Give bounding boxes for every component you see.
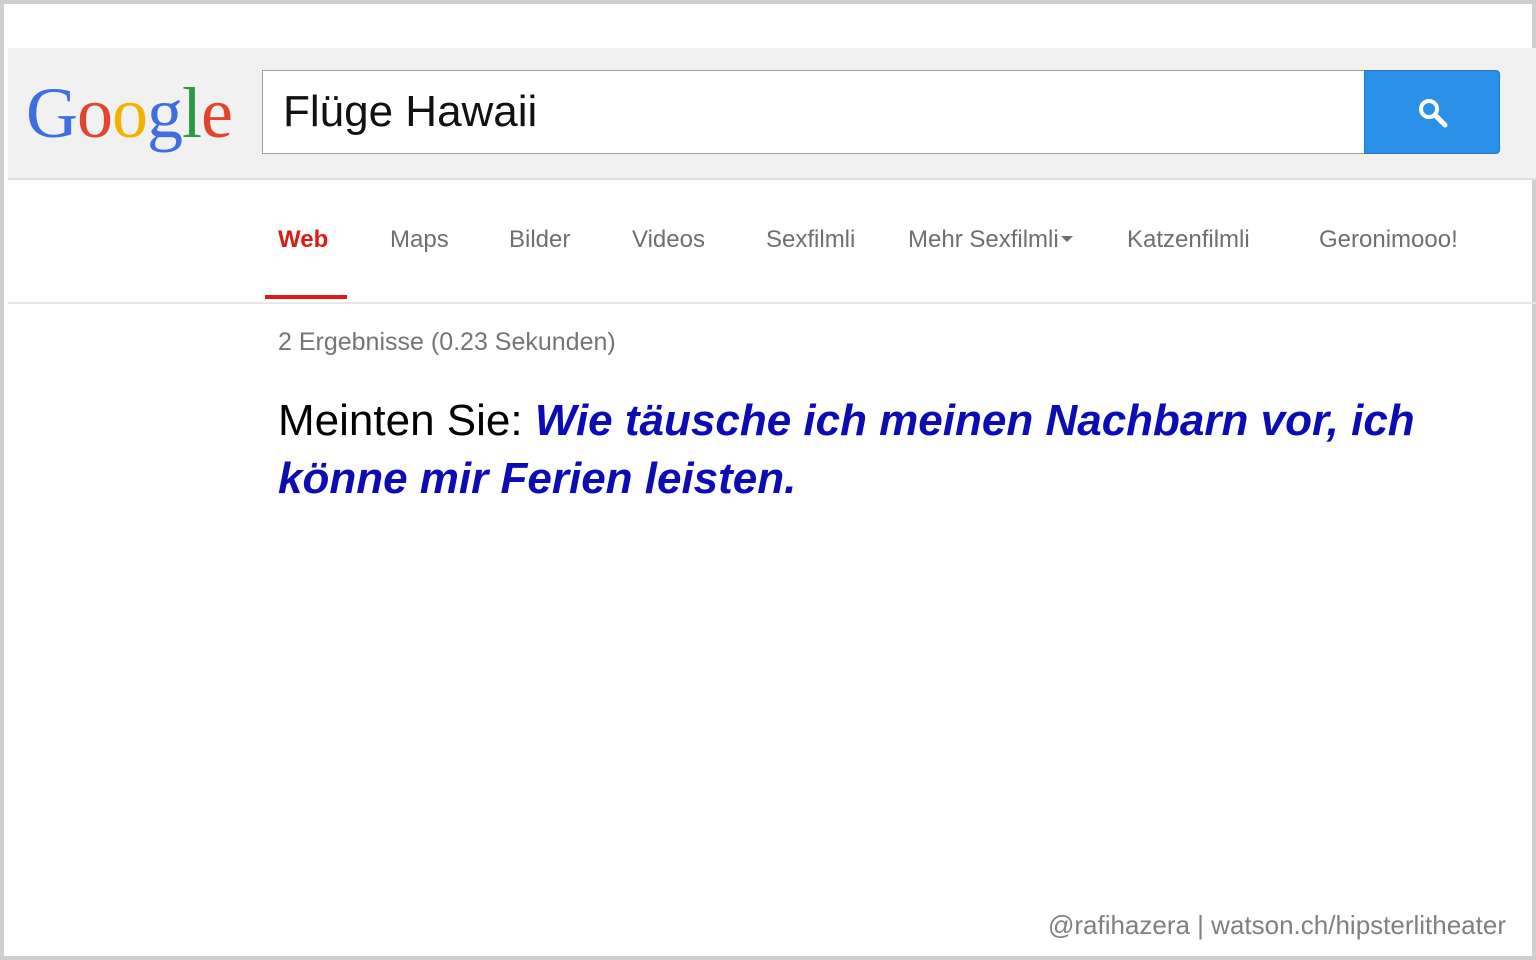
tab-mehr-sexfilmli-label: Mehr Sexfilmli	[908, 226, 1059, 253]
search-input[interactable]	[263, 71, 1365, 153]
logo-letter: e	[201, 73, 233, 153]
google-logo[interactable]: Google	[26, 68, 233, 158]
logo-letter: o	[112, 73, 148, 153]
search-icon	[1419, 99, 1448, 128]
logo-letter: G	[26, 73, 78, 153]
search-box	[262, 70, 1366, 154]
image-credit: @rafihazera | watson.ch/hipsterlitheater	[1047, 910, 1506, 940]
header-bar: Google	[8, 48, 1536, 180]
did-you-mean: Meinten Sie: Wie täusche ich meinen Nach…	[278, 392, 1458, 508]
logo-letter: g	[147, 73, 183, 153]
chevron-down-icon	[1060, 236, 1073, 242]
result-stats: 2 Ergebnisse (0.23 Sekunden)	[278, 328, 616, 356]
tab-mehr-sexfilmli[interactable]: Mehr Sexfilmli	[908, 226, 1073, 266]
logo-letter: l	[182, 73, 202, 153]
tab-bilder[interactable]: Bilder	[509, 226, 570, 266]
tab-videos[interactable]: Videos	[632, 226, 705, 266]
tab-maps[interactable]: Maps	[390, 226, 449, 266]
did-you-mean-label: Meinten Sie:	[278, 396, 523, 445]
tab-web[interactable]: Web	[278, 226, 328, 266]
tab-sexfilmli[interactable]: Sexfilmli	[766, 226, 855, 266]
search-button[interactable]	[1364, 70, 1500, 154]
page-frame: Google Web Maps Bilder Videos Sexfilmli …	[0, 0, 1536, 960]
logo-letter: o	[77, 73, 113, 153]
search-tabs: Web Maps Bilder Videos Sexfilmli Mehr Se…	[8, 182, 1536, 304]
active-tab-indicator	[265, 295, 347, 299]
tab-geronimooo[interactable]: Geronimooo!	[1319, 226, 1458, 266]
tab-katzenfilmli[interactable]: Katzenfilmli	[1127, 226, 1250, 266]
